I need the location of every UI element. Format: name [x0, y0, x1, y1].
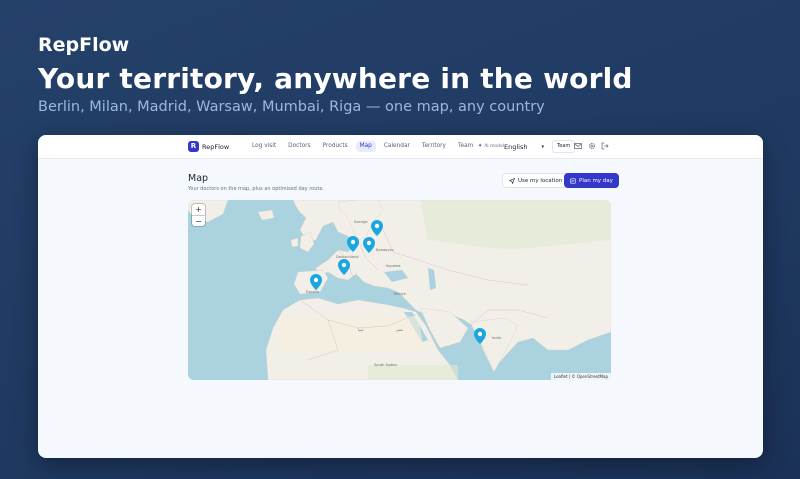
nav-calendar[interactable]: Calendar — [380, 141, 414, 152]
map-label-sverige: Sverige — [354, 220, 368, 224]
language-value: English — [504, 142, 528, 151]
nav-products[interactable]: Products — [319, 141, 352, 152]
map-label-south-sudan: South Sudan — [374, 363, 397, 367]
map-marker-riga[interactable] — [371, 220, 383, 236]
app-logo-text[interactable]: RepFlow — [202, 143, 229, 151]
map-label-libya: ليبيا — [358, 328, 364, 332]
route-icon — [570, 178, 576, 184]
logout-icon[interactable] — [601, 142, 609, 150]
gear-icon[interactable] — [588, 142, 596, 150]
map-view[interactable]: Sverige Deutschland Беларусь Україна Esp… — [188, 200, 611, 380]
map-tiles — [188, 200, 611, 380]
use-my-location-button[interactable]: Use my location — [502, 173, 570, 188]
plan-my-day-button[interactable]: Plan my day — [564, 173, 619, 188]
map-marker-mumbai[interactable] — [474, 328, 486, 344]
map-label-belarus: Беларусь — [376, 248, 394, 252]
zoom-in-button[interactable]: + — [192, 204, 205, 215]
mail-icon[interactable] — [574, 142, 582, 150]
app-logo-icon[interactable]: R — [188, 141, 199, 152]
brand-title: RepFlow — [38, 34, 130, 56]
app-window: R RepFlow Log visit Doctors Products Map… — [38, 135, 763, 458]
page-title: Map — [188, 173, 209, 184]
map-marker-warsaw[interactable] — [363, 237, 375, 253]
nav-log-visit[interactable]: Log visit — [248, 141, 280, 152]
language-select[interactable]: English ▾ — [500, 140, 548, 153]
map-marker-milan[interactable] — [338, 259, 350, 275]
map-marker-madrid[interactable] — [310, 274, 322, 290]
nav-territory[interactable]: Territory — [418, 141, 450, 152]
map-label-ukraine: Україна — [386, 264, 401, 268]
map-marker-berlin[interactable] — [347, 236, 359, 252]
location-arrow-icon — [509, 177, 515, 184]
map-attribution[interactable]: Leaflet | © OpenStreetMap — [550, 373, 611, 380]
headline: Your territory, anywhere in the world — [38, 62, 633, 95]
main-nav: Log visit Doctors Products Map Calendar … — [248, 141, 477, 152]
use-my-location-label: Use my location — [518, 177, 563, 184]
team-button[interactable]: Team — [552, 140, 576, 153]
subline: Berlin, Milan, Madrid, Warsaw, Mumbai, R… — [38, 99, 545, 115]
map-label-egypt: مصر — [396, 328, 404, 332]
nav-team[interactable]: Team — [454, 141, 477, 152]
map-label-india: India — [492, 336, 501, 340]
top-navbar: R RepFlow Log visit Doctors Products Map… — [38, 135, 763, 159]
page-subtitle: Your doctors on the map, plus an optimis… — [188, 186, 325, 192]
chevron-down-icon: ▾ — [541, 143, 544, 150]
plan-my-day-label: Plan my day — [579, 177, 613, 184]
map-label-espana: España — [306, 290, 320, 294]
zoom-control: + − — [192, 204, 205, 226]
nav-map[interactable]: Map — [355, 141, 376, 152]
zoom-out-button[interactable]: − — [192, 215, 205, 226]
map-label-turkiye: Türkiye — [393, 292, 406, 296]
sparkle-icon: ✦ — [478, 143, 483, 149]
nav-doctors[interactable]: Doctors — [284, 141, 314, 152]
